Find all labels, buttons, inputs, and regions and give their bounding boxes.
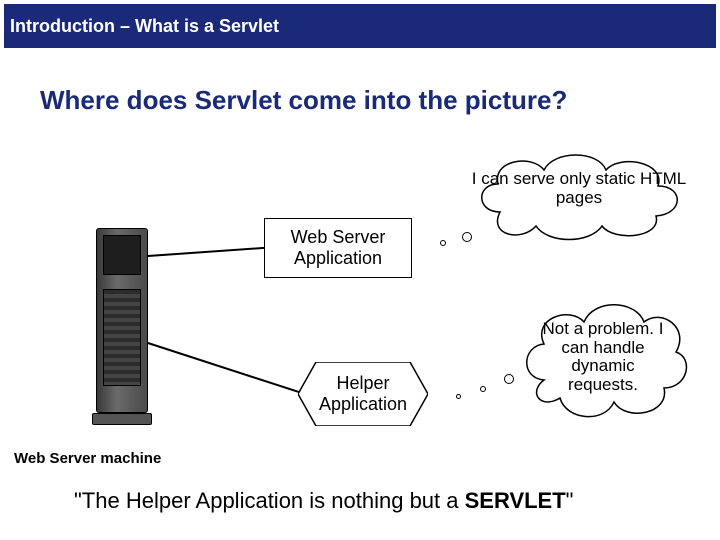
cloud-text: Not a problem. I can handle dynamic requ… (518, 320, 688, 395)
conclusion-bold: SERVLET (465, 488, 566, 513)
thought-cloud-static: I can serve only static HTML pages (470, 148, 688, 244)
title-bar-text: Introduction – What is a Servlet (10, 16, 279, 37)
thought-dot (456, 394, 461, 399)
title-bar: Introduction – What is a Servlet (4, 4, 716, 48)
thought-dot (440, 240, 446, 246)
slide: Introduction – What is a Servlet Where d… (0, 0, 720, 540)
slide-heading: Where does Servlet come into the picture… (40, 85, 567, 116)
thought-cloud-dynamic: Not a problem. I can handle dynamic requ… (518, 292, 688, 424)
server-caption: Web Server machine (14, 450, 161, 467)
web-server-application-box: Web Server Application (264, 218, 412, 278)
connector-line (148, 247, 266, 257)
connector-line (148, 342, 303, 394)
thought-dot (480, 386, 486, 392)
box-label: Web Server Application (271, 227, 405, 268)
conclusion-suffix: " (566, 488, 574, 513)
thought-dot (462, 232, 472, 242)
helper-application-hexagon: Helper Application (298, 362, 428, 426)
box-label: Helper Application (298, 373, 428, 414)
conclusion-text: "The Helper Application is nothing but a… (74, 488, 573, 514)
conclusion-prefix: "The Helper Application is nothing but a (74, 488, 465, 513)
cloud-text: I can serve only static HTML pages (470, 170, 688, 207)
thought-dot (504, 374, 514, 384)
server-tower-icon (96, 228, 148, 426)
